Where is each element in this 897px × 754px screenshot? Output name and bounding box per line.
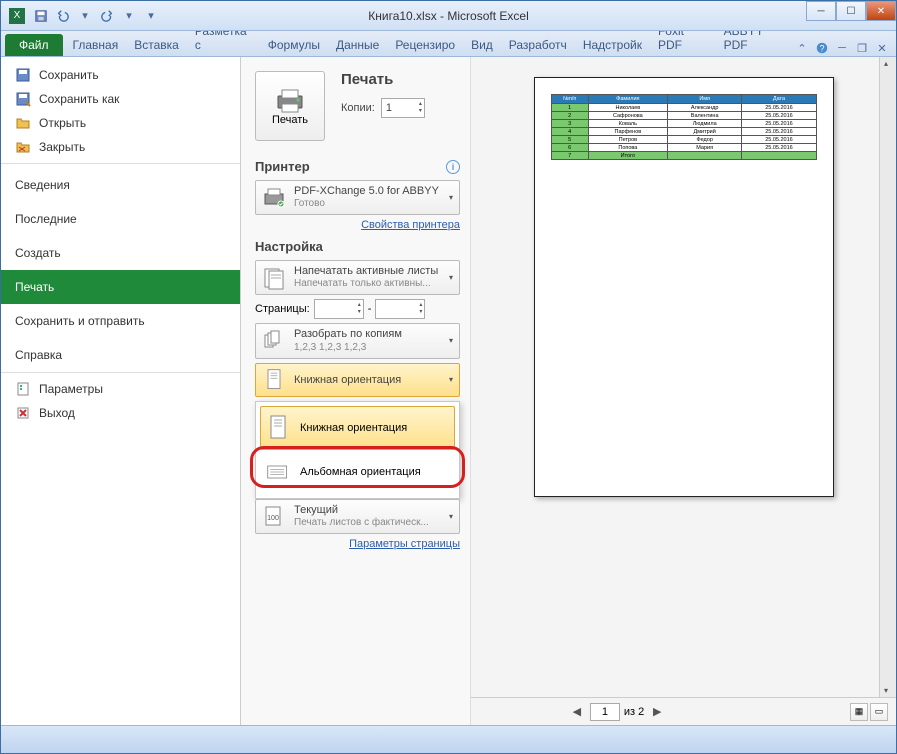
- redo-dropdown-icon[interactable]: ▾: [119, 6, 139, 26]
- close-button[interactable]: ✕: [866, 1, 896, 21]
- window-controls: ─ ☐ ✕: [806, 1, 896, 21]
- chevron-down-icon: ▾: [449, 273, 453, 282]
- workbook-close-icon[interactable]: ✕: [874, 40, 890, 56]
- minimize-button[interactable]: ─: [806, 1, 836, 21]
- chevron-down-icon: ▾: [449, 336, 453, 345]
- excel-icon: X: [9, 8, 25, 24]
- collate-selector[interactable]: Разобрать по копиям1,2,3 1,2,3 1,2,3 ▾: [255, 323, 460, 358]
- sidebar-options[interactable]: Параметры: [1, 377, 240, 401]
- page-number-input[interactable]: [590, 703, 620, 721]
- tab-home[interactable]: Главная: [65, 34, 127, 56]
- app-window: X ▾ ▾ ▾ Книга10.xlsx - Microsoft Excel ─…: [0, 0, 897, 754]
- page-setup-link[interactable]: Параметры страницы: [255, 538, 460, 550]
- sidebar-save[interactable]: Сохранить: [1, 63, 240, 87]
- tab-insert[interactable]: Вставка: [126, 34, 187, 56]
- print-what-selector[interactable]: Напечатать активные листыНапечатать толь…: [255, 260, 460, 295]
- show-margins-button[interactable]: ▦: [850, 703, 868, 721]
- undo-dropdown-icon[interactable]: ▾: [75, 6, 95, 26]
- workbook-restore-icon[interactable]: ❐: [854, 40, 870, 56]
- orientation-portrait-option[interactable]: Книжная ориентация: [260, 406, 455, 450]
- sidebar-open[interactable]: Открыть: [1, 111, 240, 135]
- info-icon[interactable]: i: [446, 160, 460, 174]
- scaling-selector[interactable]: 100 ТекущийПечать листов с фактическ... …: [255, 499, 460, 534]
- backstage-main: Печать Печать Копии: 1 Принтерi PDF-XCha…: [241, 57, 896, 725]
- chevron-down-icon: ▾: [449, 512, 453, 521]
- svg-text:100: 100: [267, 515, 279, 522]
- redo-icon[interactable]: [97, 6, 117, 26]
- printer-properties-link[interactable]: Свойства принтера: [255, 219, 460, 231]
- pages-from-input[interactable]: [314, 299, 364, 319]
- preview-footer: ◀ из 2 ▶ ▦ ▭: [471, 697, 896, 725]
- printer-section-header: Принтерi: [255, 159, 460, 174]
- settings-section-header: Настройка: [255, 239, 460, 254]
- sidebar-info[interactable]: Сведения: [1, 168, 240, 202]
- print-preview-panel: №п/пФамилияИмяДата 1НиколаевАлександр25.…: [471, 57, 896, 725]
- pages-label: Страницы:: [255, 303, 310, 315]
- ribbon-tabs: Файл Главная Вставка Разметка с Формулы …: [1, 31, 896, 57]
- sidebar-exit[interactable]: Выход: [1, 401, 240, 425]
- scaling-icon: 100: [262, 504, 286, 528]
- titlebar: X ▾ ▾ ▾ Книга10.xlsx - Microsoft Excel ─…: [1, 1, 896, 31]
- print-title: Печать: [341, 71, 425, 88]
- collate-icon: [262, 329, 286, 353]
- workbook-minimize-icon[interactable]: ─: [834, 40, 850, 56]
- copies-input[interactable]: 1: [381, 98, 425, 118]
- backstage: Сохранить Сохранить как Открыть Закрыть …: [1, 57, 896, 725]
- orientation-dropdown: Книжная ориентация Альбомная ориентация: [255, 401, 460, 499]
- print-button[interactable]: Печать: [255, 71, 325, 141]
- printer-selector[interactable]: PDF-XChange 5.0 for ABBYYГотово ▾: [255, 180, 460, 215]
- chevron-down-icon: ▾: [449, 375, 453, 384]
- portrait-icon: [262, 368, 286, 392]
- sheets-icon: [262, 266, 286, 290]
- copies-label: Копии:: [341, 102, 375, 114]
- tab-addins[interactable]: Надстройк: [575, 34, 650, 56]
- file-tab[interactable]: Файл: [5, 34, 63, 56]
- undo-icon[interactable]: [53, 6, 73, 26]
- svg-text:?: ?: [820, 44, 825, 54]
- ribbon-minimize-icon[interactable]: ⌃: [794, 40, 810, 56]
- tab-review[interactable]: Рецензиро: [387, 34, 463, 56]
- orientation-selector[interactable]: Книжная ориентация ▾: [255, 363, 460, 397]
- sidebar-send[interactable]: Сохранить и отправить: [1, 304, 240, 338]
- vertical-scrollbar[interactable]: [879, 57, 896, 697]
- orientation-landscape-option[interactable]: Альбомная ориентация: [260, 450, 455, 494]
- sidebar-help[interactable]: Справка: [1, 338, 240, 373]
- printer-icon: [274, 86, 306, 114]
- tab-data[interactable]: Данные: [328, 34, 387, 56]
- portrait-icon: [266, 414, 290, 442]
- chevron-down-icon: ▾: [449, 193, 453, 202]
- printer-small-icon: [262, 186, 286, 210]
- qat-customize-icon[interactable]: ▾: [141, 6, 161, 26]
- sidebar-new[interactable]: Создать: [1, 236, 240, 270]
- sidebar-print[interactable]: Печать: [1, 270, 240, 304]
- landscape-icon: [266, 458, 290, 486]
- tab-developer[interactable]: Разработч: [501, 34, 575, 56]
- prev-page-button[interactable]: ◀: [568, 703, 586, 721]
- preview-table: №п/пФамилияИмяДата 1НиколаевАлександр25.…: [551, 94, 817, 160]
- sidebar-save-as[interactable]: Сохранить как: [1, 87, 240, 111]
- status-bar: [1, 725, 896, 753]
- print-settings-panel: Печать Печать Копии: 1 Принтерi PDF-XCha…: [241, 57, 471, 725]
- preview-page: №п/пФамилияИмяДата 1НиколаевАлександр25.…: [534, 77, 834, 497]
- sidebar-close[interactable]: Закрыть: [1, 135, 240, 164]
- maximize-button[interactable]: ☐: [836, 1, 866, 21]
- window-title: Книга10.xlsx - Microsoft Excel: [368, 9, 528, 23]
- preview-area: №п/пФамилияИмяДата 1НиколаевАлександр25.…: [471, 57, 896, 697]
- page-total-label: из 2: [624, 706, 644, 718]
- quick-access-toolbar: ▾ ▾ ▾: [31, 6, 161, 26]
- zoom-to-page-button[interactable]: ▭: [870, 703, 888, 721]
- pages-to-input[interactable]: [375, 299, 425, 319]
- backstage-sidebar: Сохранить Сохранить как Открыть Закрыть …: [1, 57, 241, 725]
- tab-formulas[interactable]: Формулы: [260, 34, 328, 56]
- next-page-button[interactable]: ▶: [648, 703, 666, 721]
- save-icon[interactable]: [31, 6, 51, 26]
- help-icon[interactable]: ?: [814, 40, 830, 56]
- tab-view[interactable]: Вид: [463, 34, 501, 56]
- sidebar-recent[interactable]: Последние: [1, 202, 240, 236]
